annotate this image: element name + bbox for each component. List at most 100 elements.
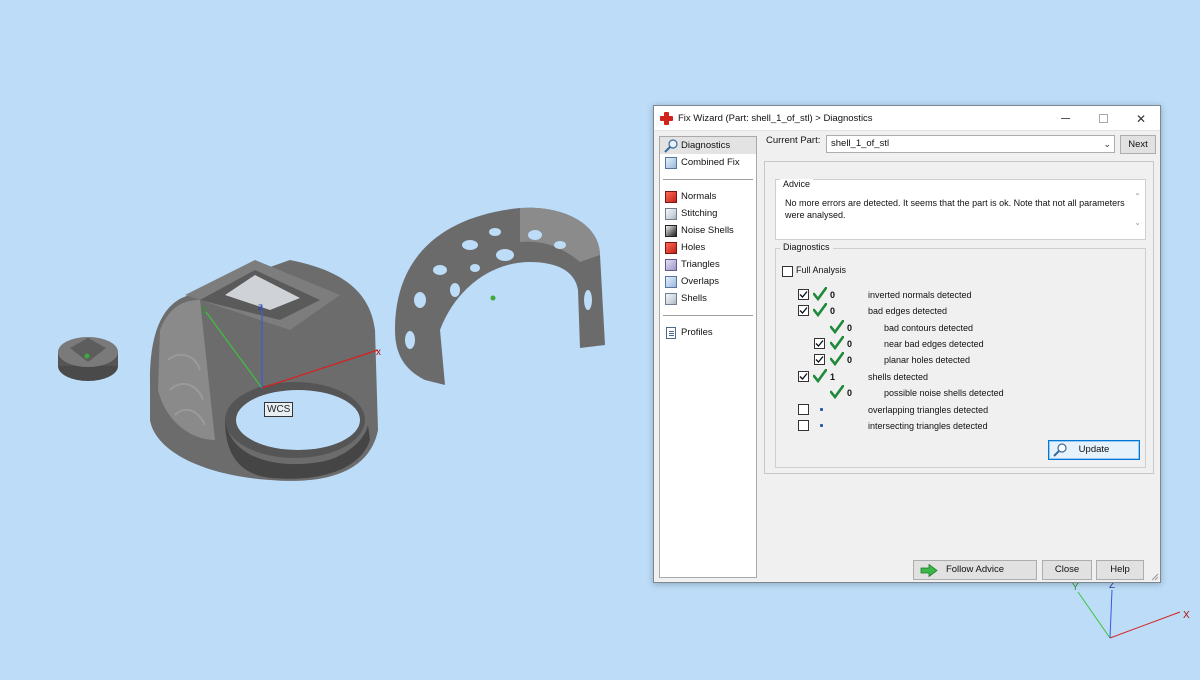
planar-holes-label: planar holes detected <box>884 355 971 365</box>
app-cross-icon <box>660 111 673 125</box>
shells-cube-icon <box>664 292 678 306</box>
cube-icon <box>664 156 678 170</box>
near-bad-edges-label: near bad edges detected <box>884 339 984 349</box>
ok-check-icon <box>830 385 844 399</box>
scroll-up-icon[interactable]: ⌃ <box>1134 192 1141 201</box>
nav-label: Overlaps <box>681 276 720 287</box>
noise-shells-count: 0 <box>847 388 853 398</box>
advice-title: Advice <box>780 179 814 189</box>
nav-item-normals[interactable]: Normals <box>660 188 756 205</box>
bad-contours-label: bad contours detected <box>884 323 974 333</box>
nav-label: Shells <box>681 293 707 304</box>
shells-checkbox[interactable] <box>798 371 809 382</box>
bad-edges-label: bad edges detected <box>868 306 948 316</box>
shells-count: 1 <box>830 372 836 382</box>
intersecting-triangles-label: intersecting triangles detected <box>868 421 988 431</box>
resize-grip-icon[interactable] <box>1151 573 1159 581</box>
planar-holes-count: 0 <box>847 355 853 365</box>
overlapping-triangles-label: overlapping triangles detected <box>868 405 989 415</box>
shells-label: shells detected <box>868 372 929 382</box>
model-axis-z-label: z <box>258 302 263 313</box>
nav-item-stitching[interactable]: Stitching <box>660 205 756 222</box>
nav-label: Stitching <box>681 208 718 219</box>
nav-item-triangles[interactable]: Triangles <box>660 256 756 273</box>
nav-label: Combined Fix <box>681 157 740 168</box>
nav-item-shells[interactable]: Shells <box>660 290 756 307</box>
maximize-button[interactable] <box>1084 106 1122 131</box>
advice-group: Advice No more errors are detected. It s… <box>775 179 1146 240</box>
corner-axis-y-label: Y <box>1072 582 1079 593</box>
bad-edges-count: 0 <box>830 306 836 316</box>
dialog-titlebar[interactable]: Fix Wizard (Part: shell_1_of_stl) > Diag… <box>654 106 1160 131</box>
triangles-cube-icon <box>664 258 678 272</box>
model-axis-y-label: y <box>201 304 206 315</box>
nav-item-holes[interactable]: Holes <box>660 239 756 256</box>
noise-shells-icon <box>664 224 678 238</box>
fix-wizard-dialog: Fix Wizard (Part: shell_1_of_stl) > Diag… <box>653 105 1161 583</box>
close-icon: ✕ <box>1135 111 1147 126</box>
full-analysis-label: Full Analysis <box>796 265 847 275</box>
follow-advice-label: Follow Advice <box>945 564 1005 575</box>
current-part-select[interactable]: shell_1_of_stl ⌄ <box>826 135 1115 153</box>
bad-edges-checkbox[interactable] <box>798 305 809 316</box>
ok-check-icon <box>813 303 827 317</box>
noise-shells-label: possible noise shells detected <box>884 388 1004 398</box>
ok-check-icon <box>813 369 827 383</box>
cuff-part[interactable] <box>395 207 605 385</box>
pending-dot-icon <box>820 424 823 427</box>
nav-separator <box>663 315 753 316</box>
current-part-value: shell_1_of_stl <box>831 138 890 149</box>
diagnostics-group: Diagnostics Full Analysis 0 inverted nor… <box>775 242 1146 468</box>
full-analysis-checkbox[interactable] <box>782 266 793 277</box>
pending-dot-icon <box>820 408 823 411</box>
magnifier-icon <box>1053 443 1067 457</box>
nav-label: Profiles <box>681 327 713 338</box>
nav-label: Noise Shells <box>681 225 734 236</box>
holes-cube-icon <box>664 241 678 255</box>
ok-check-icon <box>813 287 827 301</box>
nav-label: Diagnostics <box>681 140 731 151</box>
current-part-label: Current Part: <box>766 135 821 146</box>
inverted-normals-label: inverted normals detected <box>868 290 972 300</box>
nav-label: Holes <box>681 242 706 253</box>
help-button[interactable]: Help <box>1096 560 1144 580</box>
nav-label: Triangles <box>681 259 720 270</box>
bad-contours-count: 0 <box>847 323 853 333</box>
follow-advice-button[interactable]: Follow Advice <box>913 560 1037 580</box>
corner-axis-triad <box>1077 589 1181 639</box>
update-label: Update <box>1078 444 1110 455</box>
nav-item-combined-fix[interactable]: Combined Fix <box>660 154 756 171</box>
ok-check-icon <box>830 352 844 366</box>
nav-item-profiles[interactable]: Profiles <box>660 324 756 341</box>
nav-item-diagnostics[interactable]: Diagnostics <box>660 137 756 154</box>
inverted-normals-count: 0 <box>830 290 836 300</box>
maximize-icon <box>1098 114 1108 123</box>
update-button[interactable]: Update <box>1048 440 1140 460</box>
ok-check-icon <box>830 320 844 334</box>
nav-item-overlaps[interactable]: Overlaps <box>660 273 756 290</box>
overlaps-cube-icon <box>664 275 678 289</box>
ok-check-icon <box>830 336 844 350</box>
advice-text: No more errors are detected. It seems th… <box>785 198 1125 220</box>
near-bad-edges-checkbox[interactable] <box>814 338 825 349</box>
ring-part[interactable] <box>150 260 379 481</box>
nav-item-noise-shells[interactable]: Noise Shells <box>660 222 756 239</box>
corner-axis-x-label: X <box>1183 610 1190 621</box>
wcs-label: WCS <box>264 402 294 417</box>
stitching-cube-icon <box>664 207 678 221</box>
minimize-icon <box>1060 118 1070 119</box>
chevron-down-icon: ⌄ <box>1103 139 1111 149</box>
disc-part[interactable] <box>58 337 118 381</box>
scroll-down-icon[interactable]: ⌄ <box>1134 218 1141 227</box>
intersecting-triangles-checkbox[interactable] <box>798 420 809 431</box>
document-icon <box>664 326 678 340</box>
close-button[interactable]: Close <box>1042 560 1092 580</box>
next-part-button[interactable]: Next <box>1120 135 1156 154</box>
near-bad-edges-count: 0 <box>847 339 853 349</box>
overlapping-triangles-checkbox[interactable] <box>798 404 809 415</box>
inverted-normals-checkbox[interactable] <box>798 289 809 300</box>
planar-holes-checkbox[interactable] <box>814 354 825 365</box>
close-window-button[interactable]: ✕ <box>1122 106 1160 131</box>
minimize-button[interactable] <box>1046 106 1084 131</box>
nav-separator <box>663 179 753 180</box>
